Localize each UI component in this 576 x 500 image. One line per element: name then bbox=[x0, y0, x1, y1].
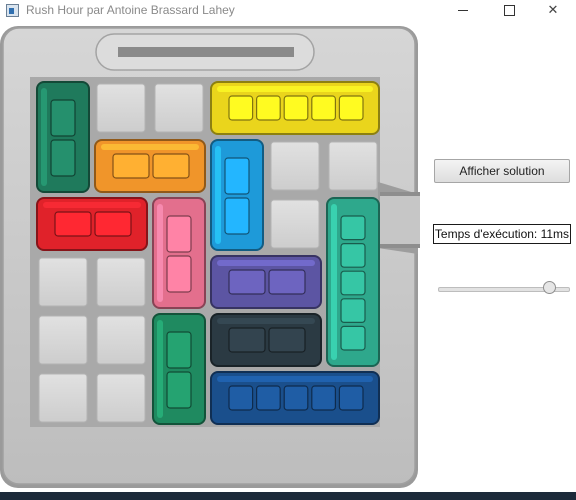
vehicle-panel bbox=[224, 197, 250, 235]
board-cell bbox=[38, 373, 88, 423]
board-cell bbox=[154, 83, 204, 133]
vehicle-blue-car[interactable] bbox=[210, 139, 264, 251]
speed-slider[interactable] bbox=[438, 280, 570, 296]
taskbar-strip bbox=[0, 492, 576, 500]
vehicle-highlight bbox=[217, 376, 373, 382]
board-cell bbox=[38, 257, 88, 307]
vehicle-panel bbox=[340, 243, 366, 268]
board-cell bbox=[96, 83, 146, 133]
vehicle-panel bbox=[340, 215, 366, 241]
vehicle-highlight bbox=[41, 88, 47, 186]
game-board-area bbox=[0, 22, 420, 492]
vehicle-panel bbox=[268, 327, 306, 353]
vehicle-panel bbox=[283, 95, 309, 121]
title-bar: Rush Hour par Antoine Brassard Lahey ✕ bbox=[0, 0, 576, 22]
vehicle-highlight bbox=[215, 146, 221, 244]
vehicle-panel bbox=[50, 139, 76, 177]
vehicle-orange-car[interactable] bbox=[94, 139, 206, 193]
vehicle-highlight bbox=[217, 86, 373, 92]
vehicle-yellow-truck[interactable] bbox=[210, 81, 380, 135]
vehicle-green-car-bottom[interactable] bbox=[152, 313, 206, 425]
board-cell bbox=[96, 315, 146, 365]
control-panel: Afficher solution Temps d'exécution: 11m… bbox=[420, 22, 576, 492]
vehicle-panel bbox=[283, 385, 309, 411]
vehicle-highlight bbox=[331, 204, 337, 360]
vehicle-red-car[interactable] bbox=[36, 197, 148, 251]
vehicle-highlight bbox=[157, 320, 163, 418]
board-cell bbox=[270, 141, 320, 191]
exit-edge-bottom bbox=[380, 244, 420, 248]
vehicle-teal-truck[interactable] bbox=[326, 197, 380, 367]
board-cell bbox=[270, 199, 320, 249]
vehicle-panel bbox=[228, 269, 266, 295]
exit-edge-top bbox=[380, 192, 420, 196]
window-title: Rush Hour par Antoine Brassard Lahey bbox=[26, 3, 235, 17]
maximize-button[interactable] bbox=[486, 0, 532, 22]
vehicle-highlight bbox=[217, 318, 315, 324]
maximize-icon bbox=[503, 5, 515, 16]
vehicle-panel bbox=[228, 95, 254, 121]
vehicle-panel bbox=[268, 269, 306, 295]
vehicle-highlight bbox=[101, 144, 199, 150]
vehicle-highlight bbox=[217, 260, 315, 266]
vehicle-navy-truck[interactable] bbox=[210, 371, 380, 425]
vehicle-panel bbox=[166, 255, 192, 293]
vehicle-panel bbox=[340, 270, 366, 296]
vehicle-panel bbox=[340, 298, 366, 323]
app-window-icon bbox=[6, 4, 19, 17]
vehicle-green-car-left[interactable] bbox=[36, 81, 90, 193]
slider-thumb[interactable] bbox=[542, 281, 556, 294]
vehicle-panel bbox=[228, 327, 266, 353]
execution-time-label: Temps d'exécution: 11ms bbox=[433, 224, 571, 244]
board-cell bbox=[96, 373, 146, 423]
vehicle-panel bbox=[166, 215, 192, 253]
vehicle-panel bbox=[340, 325, 366, 351]
board-cell bbox=[38, 315, 88, 365]
board-handle-slot bbox=[118, 47, 294, 57]
minimize-icon bbox=[458, 10, 468, 11]
vehicle-panel bbox=[338, 385, 364, 411]
minimize-button[interactable] bbox=[440, 0, 486, 22]
close-icon: ✕ bbox=[547, 3, 559, 18]
vehicle-panel bbox=[166, 331, 192, 369]
vehicle-panel bbox=[256, 385, 281, 411]
vehicle-highlight bbox=[157, 204, 163, 302]
vehicle-panel bbox=[50, 99, 76, 137]
board-exit bbox=[380, 192, 420, 248]
close-button[interactable]: ✕ bbox=[530, 0, 576, 22]
vehicle-panel bbox=[311, 95, 336, 121]
vehicle-pink-car[interactable] bbox=[152, 197, 206, 309]
vehicle-purple-car[interactable] bbox=[210, 255, 322, 309]
rush-hour-board bbox=[0, 26, 420, 488]
vehicle-panel bbox=[311, 385, 336, 411]
vehicle-panel bbox=[112, 153, 150, 179]
vehicle-panel bbox=[54, 211, 92, 237]
vehicle-panel bbox=[152, 153, 190, 179]
vehicle-panel bbox=[166, 371, 192, 409]
vehicle-panel bbox=[256, 95, 281, 121]
vehicle-highlight bbox=[43, 202, 141, 208]
vehicle-panel bbox=[94, 211, 132, 237]
vehicle-panel bbox=[224, 157, 250, 195]
vehicle-panel bbox=[338, 95, 364, 121]
show-solution-button[interactable]: Afficher solution bbox=[434, 159, 570, 183]
board-cell bbox=[328, 141, 378, 191]
vehicle-dark-car[interactable] bbox=[210, 313, 322, 367]
vehicle-panel bbox=[228, 385, 254, 411]
board-cell bbox=[96, 257, 146, 307]
